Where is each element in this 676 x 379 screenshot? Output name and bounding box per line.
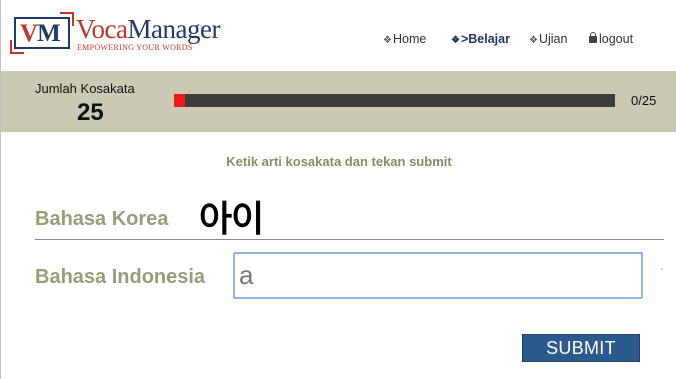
- nav-logout-label: logout: [599, 32, 634, 46]
- logo-mark: VM: [10, 12, 74, 54]
- logo-name-voca: Voca: [76, 14, 128, 44]
- nav-belajar[interactable]: ❖>Belajar: [451, 32, 510, 46]
- header: VM VocaManager EMPOWERING YOUR WORDS ❖Ho…: [1, 0, 676, 70]
- lock-icon: [589, 32, 597, 43]
- answer-input[interactable]: [233, 252, 643, 299]
- app-frame: VM VocaManager EMPOWERING YOUR WORDS ❖Ho…: [0, 0, 676, 379]
- logo-letter-v: V: [20, 20, 38, 47]
- logo-arrow-icon: [60, 12, 74, 26]
- nav-home-label: Home: [392, 32, 427, 46]
- diamond-arrows-icon: ❖: [383, 35, 392, 46]
- diamond-arrows-icon: ❖: [451, 35, 460, 46]
- korean-label: Bahasa Korea: [35, 208, 169, 230]
- progress-bar-fill: [174, 94, 186, 107]
- indonesian-label: Bahasa Indonesia: [35, 266, 206, 288]
- nav-ujian[interactable]: ❖Ujian: [529, 32, 567, 46]
- progress-text: 0/25: [631, 93, 657, 108]
- progress-bar: [174, 94, 615, 107]
- divider: [35, 239, 664, 240]
- nav-ujian-label: Ujian: [538, 32, 568, 46]
- logo-letters: VM: [20, 20, 61, 48]
- nav-belajar-label: >Belajar: [460, 32, 510, 46]
- logo-name: VocaManager: [76, 14, 220, 45]
- logo-tagline: EMPOWERING YOUR WORDS: [77, 43, 193, 52]
- instruction-text: Ketik arti kosakata dan tekan submit: [226, 154, 452, 169]
- logo-letter-m: M: [37, 20, 61, 47]
- submit-button[interactable]: SUBMIT: [522, 334, 640, 362]
- diamond-arrows-icon: ❖: [529, 35, 538, 46]
- vocab-count-label: Jumlah Kosakata: [35, 81, 135, 96]
- progress-band: Jumlah Kosakata 25 0/25: [1, 71, 676, 132]
- logo-name-manager: Manager: [127, 14, 221, 44]
- nav-logout[interactable]: logout: [589, 32, 633, 46]
- vocab-count-value: 25: [77, 99, 104, 126]
- scroll-marker: [661, 268, 663, 270]
- logo[interactable]: VM VocaManager EMPOWERING YOUR WORDS: [10, 12, 229, 58]
- nav-home[interactable]: ❖Home: [383, 32, 426, 46]
- korean-word: 아이: [199, 199, 264, 240]
